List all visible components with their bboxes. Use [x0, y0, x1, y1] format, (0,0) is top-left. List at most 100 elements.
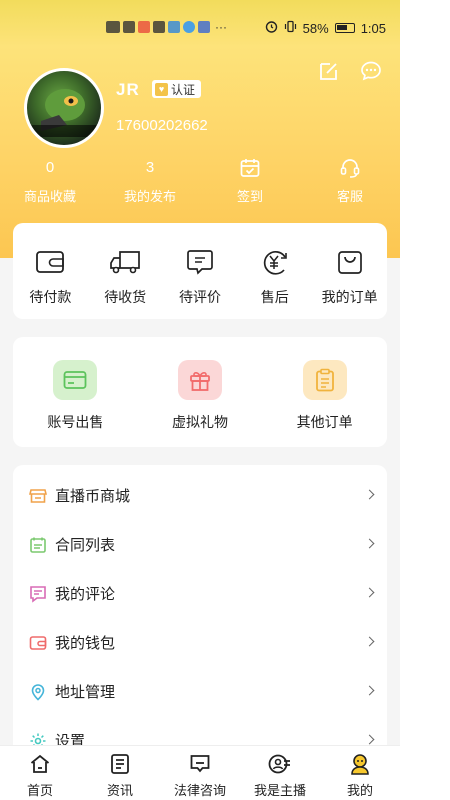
chevron-right-icon [364, 538, 375, 549]
legal-chat-icon [189, 752, 211, 776]
tab-label: 我的 [346, 783, 373, 798]
store-icon [29, 487, 47, 505]
tab-news[interactable]: 资讯 [80, 746, 160, 800]
message-icon[interactable] [360, 60, 382, 82]
services-card: 账号出售 虚拟礼物 其他订单 [13, 337, 387, 447]
truck-icon [109, 247, 141, 277]
status-notification-icons: ··· [106, 20, 227, 34]
stat-checkin[interactable]: 签到 [200, 156, 300, 206]
avatar[interactable] [24, 68, 104, 148]
app-notification-icon [168, 21, 180, 33]
settings-menu-card: 直播币商城 合同列表 我的评论 我的钱包 地址管理 设置 [13, 465, 387, 775]
stat-value: 3 [145, 159, 155, 176]
news-icon [109, 752, 131, 776]
yuan-refund-icon [260, 247, 290, 277]
stat-favorites[interactable]: 0 商品收藏 [0, 156, 100, 206]
order-after-sales[interactable]: 售后 [237, 223, 312, 319]
header-actions [318, 60, 382, 82]
headset-icon [300, 156, 400, 180]
menu-label: 合同列表 [55, 537, 116, 554]
menu-item-my-wallet[interactable]: 我的钱包 [13, 612, 387, 661]
more-notifications: ··· [215, 20, 227, 34]
profile-icon [349, 752, 371, 776]
username: JR [116, 80, 140, 99]
bottom-tab-bar: 首页 资讯 法律咨询 我是主播 我的 [0, 745, 400, 800]
service-account-sale[interactable]: 账号出售 [13, 337, 138, 447]
stat-label: 客服 [336, 189, 363, 204]
chevron-right-icon [364, 636, 375, 647]
menu-label: 我的评论 [55, 586, 116, 603]
location-icon [29, 683, 47, 701]
status-right: 58% 1:05 [265, 20, 386, 36]
order-label: 我的订单 [321, 289, 378, 305]
contract-icon [29, 536, 47, 554]
tab-mine[interactable]: 我的 [320, 746, 400, 800]
wallet-icon [29, 634, 47, 652]
phone-number: 17600202662 [116, 117, 208, 134]
tab-home[interactable]: 首页 [0, 746, 80, 800]
tab-label: 首页 [26, 783, 53, 798]
menu-item-address[interactable]: 地址管理 [13, 661, 387, 710]
order-label: 待付款 [29, 289, 72, 305]
verified-badge[interactable]: ♥ 认证 [152, 80, 202, 98]
anchor-icon [268, 752, 292, 776]
stat-label: 我的发布 [123, 189, 176, 204]
order-status-card: 待付款 待收货 待评价 售后 我的订单 [13, 223, 387, 319]
avatar-caption-band [27, 125, 101, 137]
chevron-right-icon [364, 587, 375, 598]
verified-icon: ♥ [155, 82, 168, 96]
order-pending-payment[interactable]: 待付款 [13, 223, 88, 319]
tab-anchor[interactable]: 我是主播 [240, 746, 320, 800]
wallet-icon [35, 247, 65, 277]
menu-item-coin-mall[interactable]: 直播币商城 [13, 465, 387, 514]
calendar-check-icon [200, 156, 300, 180]
chevron-right-icon [364, 685, 375, 696]
chevron-right-icon [364, 489, 375, 500]
cellular-signal-icon [123, 21, 135, 33]
app-notification-icon [198, 21, 210, 33]
status-bar: ··· 58% 1:05 [0, 0, 400, 44]
profile-stats: 0 商品收藏 3 我的发布 签到 客服 [0, 156, 400, 206]
order-label: 待评价 [178, 289, 221, 305]
order-all[interactable]: 我的订单 [312, 223, 387, 319]
verified-label: 认证 [171, 82, 196, 97]
service-other-orders[interactable]: 其他订单 [262, 337, 387, 447]
menu-label: 直播币商城 [55, 488, 131, 505]
service-label: 账号出售 [47, 414, 104, 430]
edit-icon[interactable] [318, 60, 340, 82]
search-notification-icon [183, 21, 195, 33]
vibrate-icon [284, 20, 297, 36]
order-label: 售后 [260, 289, 289, 305]
comment-icon [186, 247, 214, 277]
order-pending-receipt[interactable]: 待收货 [88, 223, 163, 319]
alarm-icon [265, 20, 278, 36]
tab-label: 法律咨询 [173, 783, 226, 798]
menu-label: 地址管理 [55, 684, 116, 701]
clipboard-icon [302, 360, 347, 400]
order-pending-review[interactable]: 待评价 [163, 223, 238, 319]
app-notification-icon [138, 21, 150, 33]
stat-label: 签到 [236, 189, 263, 204]
review-icon [29, 585, 47, 603]
bag-icon [336, 247, 364, 277]
home-icon [29, 752, 51, 776]
gift-icon [178, 360, 222, 400]
app-notification-icon [153, 21, 165, 33]
menu-item-contracts[interactable]: 合同列表 [13, 514, 387, 563]
menu-label: 我的钱包 [55, 635, 116, 652]
battery-percent: 58% [302, 20, 329, 36]
order-label: 待收货 [104, 289, 147, 305]
stat-customer-service[interactable]: 客服 [300, 156, 400, 206]
app-screen: ··· 58% 1:05 JR ♥ 认证 17600202662 0 商品收藏 … [0, 0, 400, 800]
card-icon [53, 360, 98, 400]
stat-my-posts[interactable]: 3 我的发布 [100, 156, 200, 206]
battery-icon [334, 23, 355, 33]
chevron-right-icon [364, 734, 375, 745]
service-virtual-gift[interactable]: 虚拟礼物 [138, 337, 263, 447]
tab-label: 我是主播 [253, 783, 306, 798]
stat-value: 0 [45, 159, 55, 176]
service-label: 虚拟礼物 [172, 414, 228, 430]
menu-item-my-reviews[interactable]: 我的评论 [13, 563, 387, 612]
service-label: 其他订单 [296, 414, 353, 430]
tab-legal-consult[interactable]: 法律咨询 [160, 746, 240, 800]
